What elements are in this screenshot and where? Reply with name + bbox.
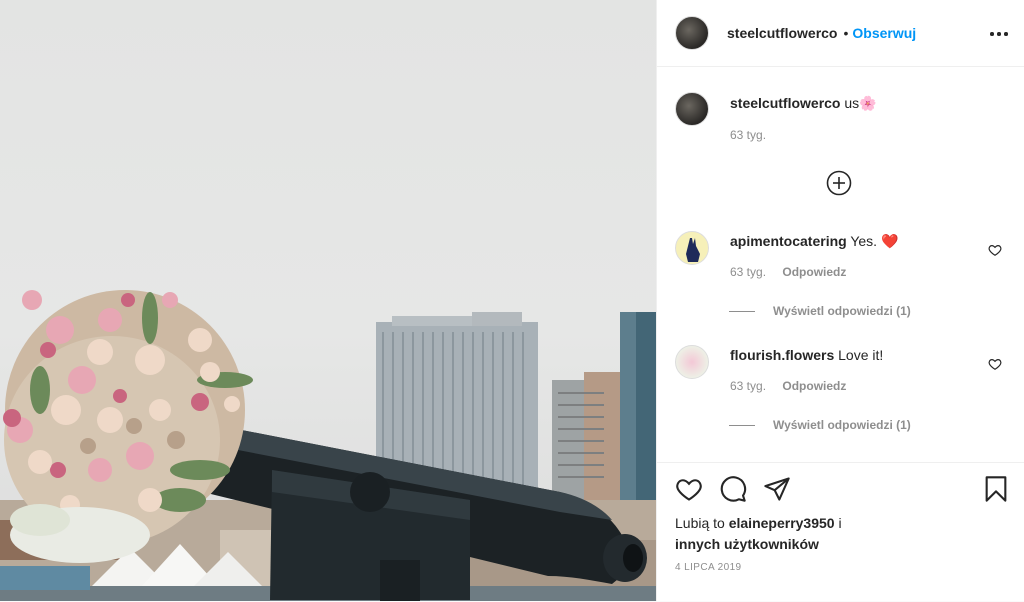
caption-username[interactable]: steelcutflowerco bbox=[730, 95, 840, 111]
commenter-avatar[interactable] bbox=[675, 345, 709, 379]
view-replies-line bbox=[729, 310, 755, 312]
post-photo[interactable] bbox=[0, 0, 656, 601]
caption-time[interactable]: 63 tyg. bbox=[730, 128, 766, 142]
comment-text: Yes. bbox=[850, 233, 878, 249]
view-replies-button[interactable]: Wyświetl odpowiedzi (1) bbox=[729, 304, 911, 318]
comment-time[interactable]: 63 tyg. bbox=[730, 265, 766, 279]
likes-summary: Lubią to elaineperry3950 i innych użytko… bbox=[675, 513, 905, 555]
likes-prefix: Lubią to bbox=[675, 515, 725, 531]
comment-text: Love it! bbox=[838, 347, 884, 363]
reply-button[interactable]: Odpowiedz bbox=[782, 265, 846, 279]
post-header: steelcutflowerco • Obserwuj bbox=[657, 0, 1024, 67]
author-avatar[interactable] bbox=[675, 16, 709, 50]
comment-username[interactable]: flourish.flowers bbox=[730, 347, 834, 363]
caption-text: us bbox=[844, 95, 860, 111]
view-replies-label: Wyświetl odpowiedzi (1) bbox=[773, 418, 911, 432]
caption-avatar[interactable] bbox=[675, 92, 709, 126]
likes-conj: i bbox=[838, 515, 842, 531]
comment-item: flourish.flowers Love it! 63 tyg. Odpowi… bbox=[675, 345, 1006, 405]
comment-like-heart-icon[interactable] bbox=[988, 357, 1002, 371]
comment-like-heart-icon[interactable] bbox=[988, 243, 1002, 257]
caption-emoji: 🌸 bbox=[859, 95, 877, 111]
likes-user-link[interactable]: elaineperry3950 bbox=[729, 515, 835, 531]
separator-dot: • bbox=[843, 25, 849, 41]
author-username[interactable]: steelcutflowerco bbox=[727, 25, 837, 41]
heart-emoji: ❤️ bbox=[880, 233, 899, 249]
commenter-avatar[interactable] bbox=[675, 231, 709, 265]
comments-list[interactable]: steelcutflowerco us🌸 63 tyg. apimentocat… bbox=[657, 67, 1024, 461]
post-actions: Lubią to elaineperry3950 i innych użytko… bbox=[657, 462, 1024, 602]
comment-username[interactable]: apimentocatering bbox=[730, 233, 847, 249]
bunny-avatar-image bbox=[686, 238, 700, 262]
load-more-icon[interactable] bbox=[826, 170, 852, 196]
view-replies-button[interactable]: Wyświetl odpowiedzi (1) bbox=[729, 418, 911, 432]
post-side-panel: steelcutflowerco • Obserwuj steelcutflow… bbox=[656, 0, 1024, 601]
more-icon[interactable] bbox=[990, 24, 1008, 42]
photo-scene bbox=[0, 290, 656, 601]
heart-icon[interactable] bbox=[675, 475, 703, 503]
view-replies-label: Wyświetl odpowiedzi (1) bbox=[773, 304, 911, 318]
follow-button[interactable]: Obserwuj bbox=[852, 25, 916, 41]
comment-item: apimentocatering Yes. ❤️ 63 tyg. Odpowie… bbox=[675, 231, 1006, 291]
view-replies-line bbox=[729, 424, 755, 426]
share-icon[interactable] bbox=[763, 475, 791, 503]
reply-button[interactable]: Odpowiedz bbox=[782, 379, 846, 393]
post-date[interactable]: 4 LIPCA 2019 bbox=[675, 562, 742, 573]
likes-others-link[interactable]: innych użytkowników bbox=[675, 536, 819, 552]
comment-icon[interactable] bbox=[719, 475, 747, 503]
bookmark-icon[interactable] bbox=[982, 475, 1010, 503]
comment-time[interactable]: 63 tyg. bbox=[730, 379, 766, 393]
action-icons bbox=[673, 475, 1010, 505]
